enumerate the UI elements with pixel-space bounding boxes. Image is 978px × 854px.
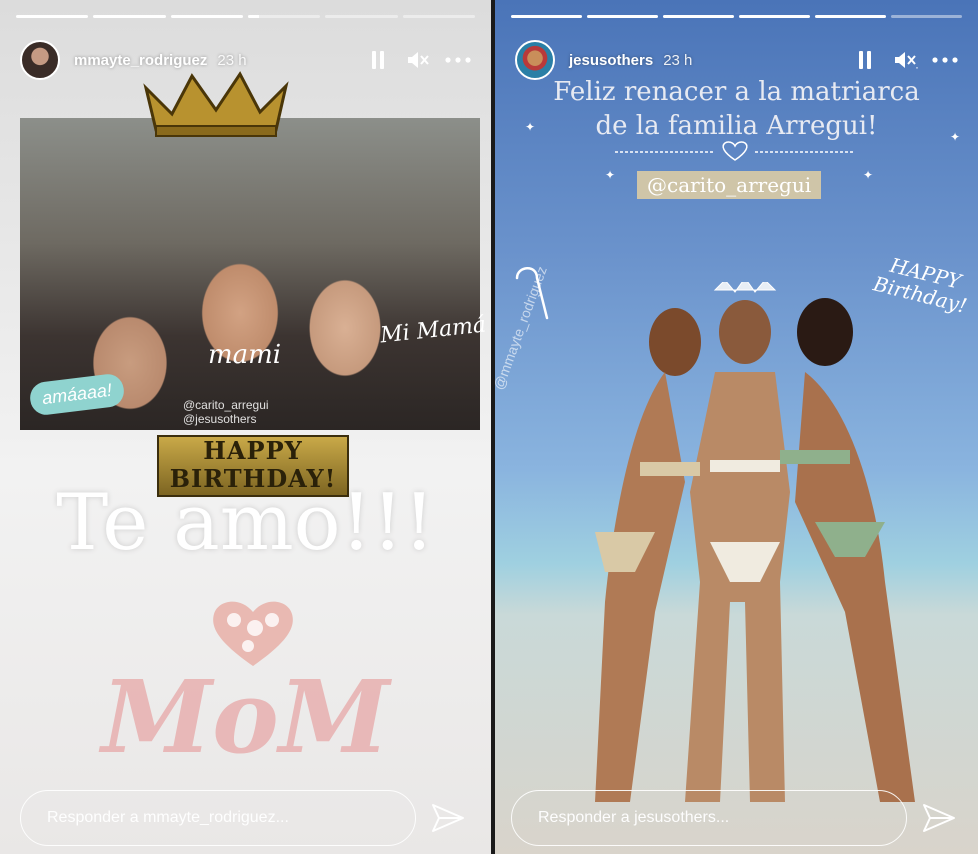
sparkle-icon: ✦ [863,168,874,182]
progress-segment [170,15,243,18]
caption-line-1: Feliz renacer a la matriarca [553,77,920,107]
mute-icon[interactable] [405,47,431,73]
avatar[interactable] [515,40,555,80]
progress-segment [739,15,810,18]
heart-divider-icon [615,141,855,161]
reply-bar [511,788,959,848]
mention-tags[interactable]: @carito_arregui @jesusothers [183,398,269,426]
story-mmayte[interactable]: mmayte_rodriguez 23 h mami Mi Mamá @cari… [0,0,491,854]
tiara-icon [713,282,777,293]
progress-segment [247,15,321,18]
progress-segment [891,15,962,18]
beach-photo [595,282,915,802]
timestamp: 23 h [217,51,247,69]
progress-segment [402,15,475,18]
pause-icon[interactable] [365,47,391,73]
progress-segment [93,15,166,18]
mom-text: MoM [101,658,390,776]
sparkle-icon: ✦ [605,168,616,182]
send-icon[interactable] [919,798,959,838]
mention-jesus[interactable]: @jesusothers [183,412,269,426]
mention-carito[interactable]: @carito_arregui [183,398,269,412]
progress-segment [325,15,398,18]
more-options-icon[interactable] [932,47,958,73]
story-jesusothers[interactable]: ✦ ✦ ✦ ✦ · jesusothers 23 h Feliz renacer… [495,0,978,854]
reply-input[interactable] [511,790,907,846]
te-amo-text: Te amo!!! [56,478,435,568]
story-caption: Feliz renacer a la matriarca de la famil… [495,75,978,143]
more-options-icon[interactable] [445,47,471,73]
reply-input[interactable] [20,790,416,846]
progress-segment [16,15,89,18]
caption-line-2: de la familia Arregui! [595,111,878,141]
send-icon[interactable] [428,798,468,838]
username[interactable]: jesusothers [569,52,653,69]
pause-icon[interactable] [852,47,878,73]
mute-icon[interactable] [892,47,918,73]
mention-carito[interactable]: @carito_arregui [637,171,822,199]
crown-sticker [143,71,289,137]
avatar[interactable] [20,40,60,80]
progress-segment [511,15,582,18]
happy-text: HAPPY [203,436,303,465]
progress-bar [511,15,962,18]
progress-bar [16,15,475,18]
username[interactable]: mmayte_rodriguez [74,52,207,69]
progress-segment [815,15,886,18]
progress-segment [587,15,658,18]
timestamp: 23 h [663,51,693,69]
mami-sticker: mami [208,340,282,370]
progress-segment [663,15,734,18]
reply-bar [20,788,468,848]
